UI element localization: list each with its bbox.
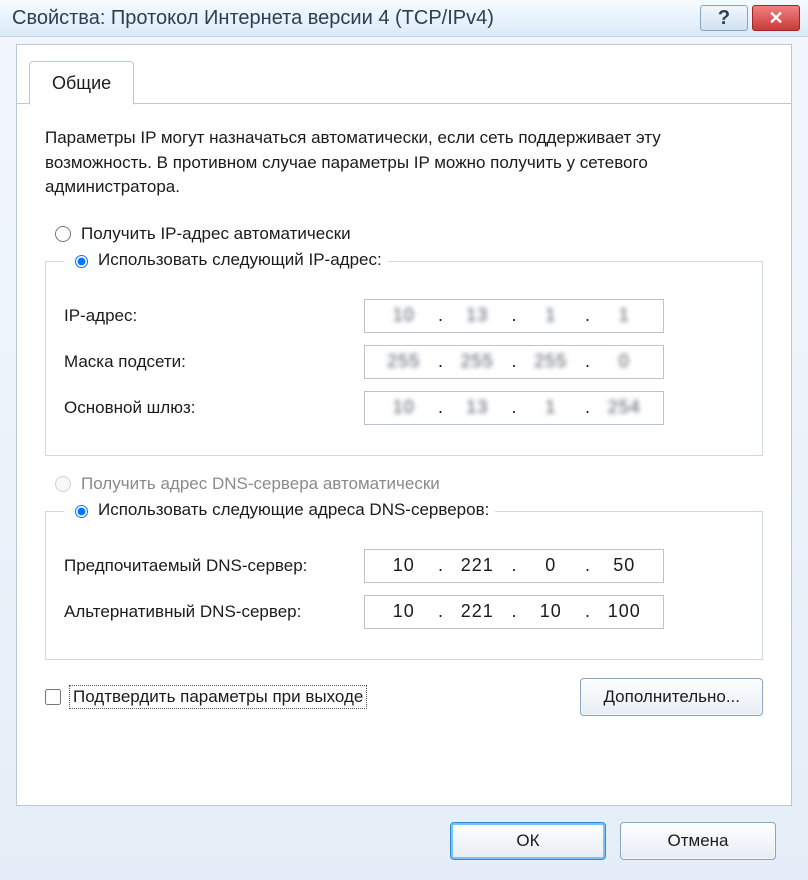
close-button[interactable]: ✕ [752, 5, 800, 31]
ip-manual-label: Использовать следующий IP-адрес: [98, 250, 382, 270]
title-bar: Свойства: Протокол Интернета версии 4 (T… [0, 0, 808, 37]
dns-alternate-field: Альтернативный DNS-сервер: 10. 221. 10. … [64, 595, 744, 629]
window-title: Свойства: Протокол Интернета версии 4 (T… [12, 7, 696, 30]
dns-preferred-input[interactable]: 10. 221. 0. 50 [364, 549, 664, 583]
subnet-mask-label: Маска подсети: [64, 352, 364, 372]
advanced-button[interactable]: Дополнительно... [580, 678, 763, 716]
dns-alternate-label: Альтернативный DNS-сервер: [64, 602, 364, 622]
intro-text: Параметры IP могут назначаться автоматич… [45, 126, 763, 200]
dns-manual-label: Использовать следующие адреса DNS-сервер… [98, 500, 489, 520]
dns-manual-radio[interactable] [75, 505, 88, 518]
subnet-mask-field: Маска подсети: 255. 255. 255. 0 [64, 345, 744, 379]
dns-preferred-label: Предпочитаемый DNS-сервер: [64, 556, 364, 576]
tab-page-general: Параметры IP могут назначаться автоматич… [17, 104, 791, 732]
dns-alternate-input[interactable]: 10. 221. 10. 100 [364, 595, 664, 629]
ip-manual-group: Использовать следующий IP-адрес: IP-адре… [45, 250, 763, 456]
dns-manual-group: Использовать следующие адреса DNS-сервер… [45, 500, 763, 660]
bottom-row: Подтвердить параметры при выходе Дополни… [45, 678, 763, 716]
tab-general-label: Общие [52, 73, 111, 94]
validate-on-exit-checkbox[interactable] [45, 689, 61, 705]
subnet-mask-input[interactable]: 255. 255. 255. 0 [364, 345, 664, 379]
tab-general[interactable]: Общие [29, 61, 134, 105]
dns-auto-label: Получить адрес DNS-сервера автоматически [81, 474, 440, 494]
gateway-label: Основной шлюз: [64, 398, 364, 418]
help-icon: ? [718, 7, 730, 30]
ip-address-field: IP-адрес: 10. 13. 1. 1 [64, 299, 744, 333]
tab-strip: Общие [17, 61, 791, 104]
ip-auto-label: Получить IP-адрес автоматически [81, 224, 351, 244]
dialog-client-area: Общие Параметры IP могут назначаться авт… [16, 44, 792, 806]
gateway-input[interactable]: 10. 13. 1. 254 [364, 391, 664, 425]
help-button[interactable]: ? [700, 5, 748, 31]
dns-manual-legend[interactable]: Использовать следующие адреса DNS-сервер… [64, 500, 495, 523]
gateway-field: Основной шлюз: 10. 13. 1. 254 [64, 391, 744, 425]
ip-auto-radio[interactable] [55, 226, 71, 242]
dialog-footer-buttons: ОК Отмена [450, 822, 776, 860]
dns-auto-radio [55, 476, 71, 492]
ip-address-input[interactable]: 10. 13. 1. 1 [364, 299, 664, 333]
validate-on-exit-row[interactable]: Подтвердить параметры при выходе [45, 685, 367, 709]
ip-address-label: IP-адрес: [64, 306, 364, 326]
ip-manual-legend[interactable]: Использовать следующий IP-адрес: [64, 250, 388, 273]
validate-on-exit-label: Подтвердить параметры при выходе [69, 685, 367, 709]
properties-dialog: Свойства: Протокол Интернета версии 4 (T… [0, 0, 808, 880]
close-icon: ✕ [768, 8, 783, 29]
dns-preferred-field: Предпочитаемый DNS-сервер: 10. 221. 0. 5… [64, 549, 744, 583]
cancel-button[interactable]: Отмена [620, 822, 776, 860]
ok-button[interactable]: ОК [450, 822, 606, 860]
ip-auto-row[interactable]: Получить IP-адрес автоматически [55, 224, 763, 244]
ip-manual-radio[interactable] [75, 255, 88, 268]
dns-auto-row: Получить адрес DNS-сервера автоматически [55, 474, 763, 494]
